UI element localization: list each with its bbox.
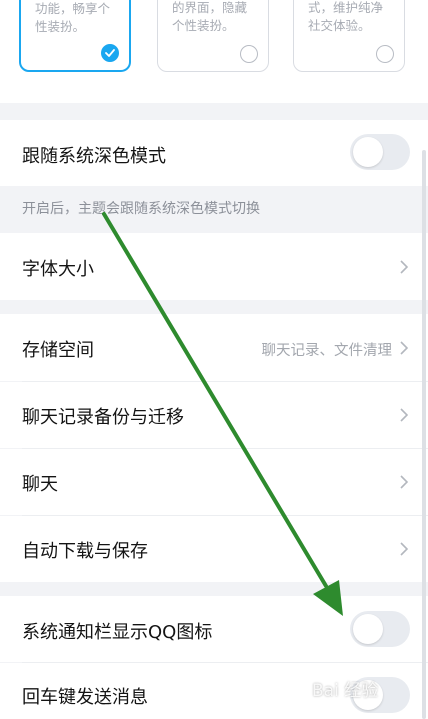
font-size-label: 字体大小 (22, 259, 94, 280)
chevron-right-icon (400, 341, 408, 355)
chat-label: 聊天 (22, 474, 58, 495)
chevron-right-icon (400, 260, 408, 274)
scrollbar[interactable] (422, 150, 426, 719)
chevron-right-icon (400, 542, 408, 556)
chevron-right-icon (400, 408, 408, 422)
storage-label: 存储空间 (22, 340, 94, 361)
theme-card-desc: 的界面，隐藏 个性装扮。 (172, 0, 248, 33)
theme-card-1[interactable]: 功能，畅享个 性装扮。 (19, 0, 131, 72)
follow-dark-mode-row: 跟随系统深色模式 (0, 120, 428, 186)
toggle-knob (353, 614, 383, 644)
radio-icon (376, 45, 394, 63)
auto-download-label: 自动下载与保存 (22, 541, 148, 562)
theme-card-2[interactable]: 的界面，隐藏 个性装扮。 (157, 0, 269, 72)
settings-screen: 功能，畅享个 性装扮。 的界面，隐藏 个性装扮。 式，维护纯净 社交体验。 跟随… (0, 0, 428, 719)
enter-send-label: 回车键发送消息 (22, 687, 148, 708)
radio-icon (240, 45, 258, 63)
qq-icon-toggle[interactable] (350, 611, 410, 647)
font-size-row[interactable]: 字体大小 (0, 233, 428, 300)
storage-subtitle: 聊天记录、文件清理 (261, 343, 393, 359)
qq-icon-row: 系统通知栏显示QQ图标 (0, 596, 428, 662)
follow-dark-mode-label: 跟随系统深色模式 (22, 146, 166, 167)
theme-card-desc: 式，维护纯净 社交体验。 (308, 0, 384, 33)
auto-download-row[interactable]: 自动下载与保存 (0, 516, 428, 582)
chat-row[interactable]: 聊天 (0, 449, 428, 515)
chevron-right-icon (400, 475, 408, 489)
theme-card-3[interactable]: 式，维护纯净 社交体验。 (293, 0, 405, 72)
theme-card-desc: 功能，畅享个 性装扮。 (35, 1, 111, 34)
qq-icon-label: 系统通知栏显示QQ图标 (22, 622, 213, 643)
follow-dark-mode-toggle[interactable] (350, 134, 410, 170)
watermark-text: Bai 经验 (312, 681, 379, 701)
follow-dark-mode-hint: 开启后，主题会跟随系统深色模式切换 (0, 186, 428, 233)
storage-row[interactable]: 存储空间 聊天记录、文件清理 (0, 314, 428, 381)
theme-cards-section: 功能，畅享个 性装扮。 的界面，隐藏 个性装扮。 式，维护纯净 社交体验。 (0, 0, 428, 103)
follow-dark-mode-hint-text: 开启后，主题会跟随系统深色模式切换 (22, 201, 260, 217)
checkmark-icon (101, 44, 119, 62)
backup-row[interactable]: 聊天记录备份与迁移 (0, 382, 428, 448)
backup-label: 聊天记录备份与迁移 (22, 407, 184, 428)
toggle-knob (353, 137, 383, 167)
